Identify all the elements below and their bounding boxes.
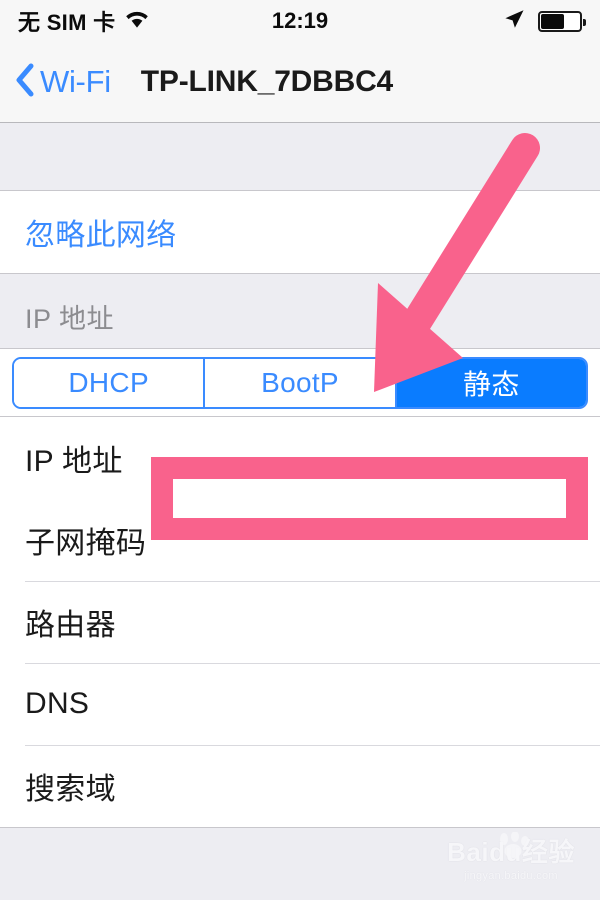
segment-static[interactable]: 静态 (396, 359, 586, 407)
status-bar: 无 SIM 卡 12:19 (0, 0, 600, 42)
carrier-label: 无 SIM 卡 (18, 10, 116, 35)
wifi-icon (124, 9, 150, 34)
row-dns[interactable]: DNS (0, 663, 600, 745)
segment-dhcp[interactable]: DHCP (14, 359, 206, 407)
ip-address-label: IP 地址 (25, 445, 123, 478)
spacer-bottom (0, 828, 600, 868)
subnet-mask-label: 子网掩码 (25, 527, 147, 560)
ip-fields-group: IP 地址 子网掩码 路由器 DNS 搜索域 (0, 416, 600, 828)
row-subnet-mask[interactable]: 子网掩码 (0, 499, 600, 581)
chevron-left-icon (14, 63, 34, 102)
row-ip-address[interactable]: IP 地址 (0, 417, 600, 499)
forget-network-row[interactable]: 忽略此网络 (0, 191, 600, 273)
spacer-top (0, 123, 600, 190)
back-button[interactable]: Wi-Fi (14, 63, 111, 102)
back-button-label: Wi-Fi (40, 64, 111, 99)
dns-label: DNS (25, 687, 90, 720)
page-title: TP-LINK_7DBBC4 (140, 65, 394, 98)
ip-mode-segmented-wrap: DHCP BootP 静态 (0, 348, 600, 416)
forget-network-group: 忽略此网络 (0, 190, 600, 274)
status-bar-right (502, 7, 586, 36)
forget-network-label: 忽略此网络 (25, 219, 177, 252)
row-router[interactable]: 路由器 (0, 581, 600, 663)
location-arrow-icon (502, 7, 526, 36)
search-domains-label: 搜索域 (25, 773, 116, 806)
ip-address-input[interactable] (173, 439, 563, 477)
router-label: 路由器 (25, 609, 116, 642)
navigation-bar: Wi-Fi TP-LINK_7DBBC4 (0, 42, 600, 123)
ip-mode-segmented-control[interactable]: DHCP BootP 静态 (12, 357, 588, 409)
ip-section-header: IP 地址 (0, 274, 600, 348)
battery-icon (538, 10, 586, 32)
segment-bootp[interactable]: BootP (205, 359, 397, 407)
status-bar-left: 无 SIM 卡 (18, 5, 150, 37)
settings-content: 忽略此网络 IP 地址 DHCP BootP 静态 IP 地址 子网掩码 路由器 (0, 123, 600, 900)
row-search-domains[interactable]: 搜索域 (0, 745, 600, 827)
phone-screen: 无 SIM 卡 12:19 Wi-Fi TP-LINK_7DBBC4 忽略此网络… (0, 0, 600, 900)
